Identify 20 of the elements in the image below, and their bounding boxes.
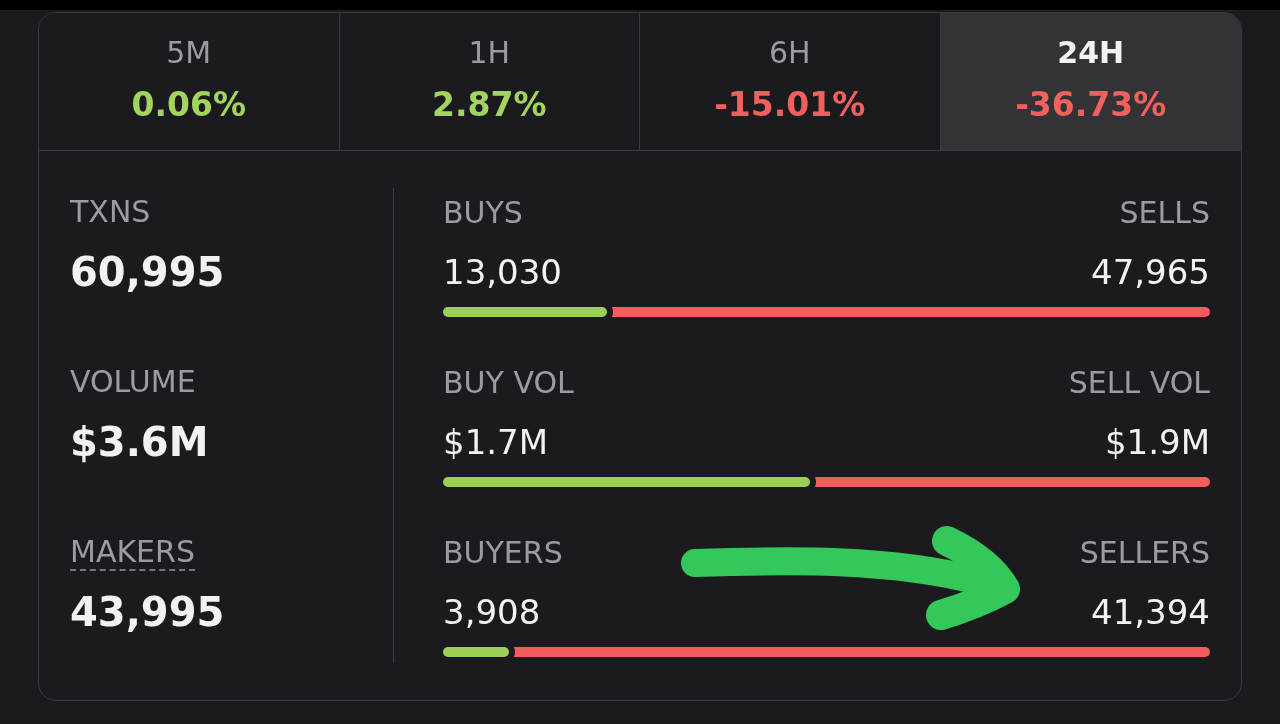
buy-value: 13,030	[443, 251, 562, 294]
metric-value: 60,995	[70, 250, 225, 294]
buy-label: BUYS	[443, 195, 523, 231]
sell-label: SELLS	[1119, 195, 1210, 231]
sell-label: SELL VOL	[1068, 365, 1210, 401]
sell-value: $1.9M	[1104, 421, 1210, 464]
metric-label: TXNS	[70, 195, 151, 231]
buy-label: BUYERS	[443, 535, 563, 571]
metric-value: $3.6M	[70, 420, 209, 464]
metric-label: MAKERS	[70, 535, 195, 571]
buy-value: 3,908	[443, 591, 541, 634]
sell-value: 41,394	[1091, 591, 1210, 634]
buy-label: BUY VOL	[443, 365, 574, 401]
metric-label: VOLUME	[70, 365, 196, 401]
buy-value: $1.7M	[443, 421, 549, 464]
sell-value: 47,965	[1091, 251, 1210, 294]
timeframe-tab[interactable]: 5M 0.06%	[39, 13, 340, 150]
sell-label: SELLERS	[1079, 535, 1210, 571]
metric-value: 43,995	[70, 590, 225, 634]
timeframe-tab[interactable]: 24H -36.73%	[940, 13, 1241, 150]
